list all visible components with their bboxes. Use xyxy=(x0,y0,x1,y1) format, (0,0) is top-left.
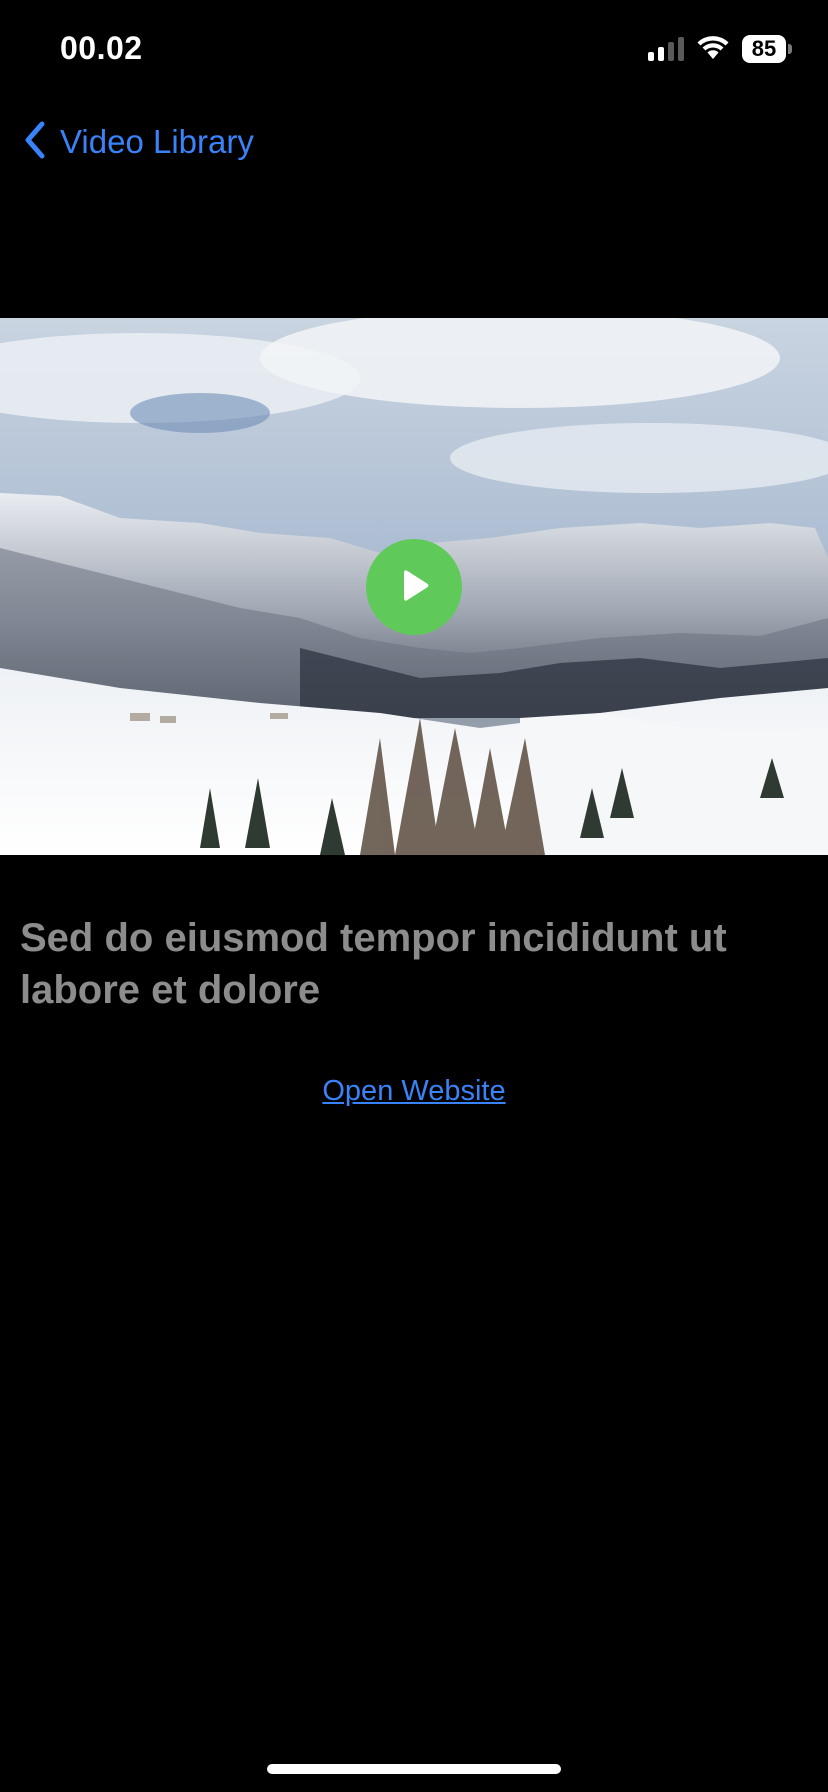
open-website-link[interactable]: Open Website xyxy=(0,1075,828,1108)
signal-icon xyxy=(648,37,684,61)
status-icons: 85 xyxy=(648,34,792,64)
back-button[interactable]: Video Library xyxy=(22,118,254,166)
video-caption: Sed do eiusmod tempor incididunt ut labo… xyxy=(20,916,727,1012)
home-indicator[interactable] xyxy=(267,1764,561,1774)
chevron-left-icon xyxy=(22,120,48,165)
status-bar: 00.02 85 xyxy=(0,0,828,100)
battery-level: 85 xyxy=(742,35,786,63)
back-button-label: Video Library xyxy=(60,123,254,160)
status-time: 00.02 xyxy=(60,30,143,66)
wifi-icon xyxy=(696,34,730,65)
play-button[interactable] xyxy=(366,539,462,635)
play-icon xyxy=(366,539,462,635)
battery-icon: 85 xyxy=(742,35,792,63)
